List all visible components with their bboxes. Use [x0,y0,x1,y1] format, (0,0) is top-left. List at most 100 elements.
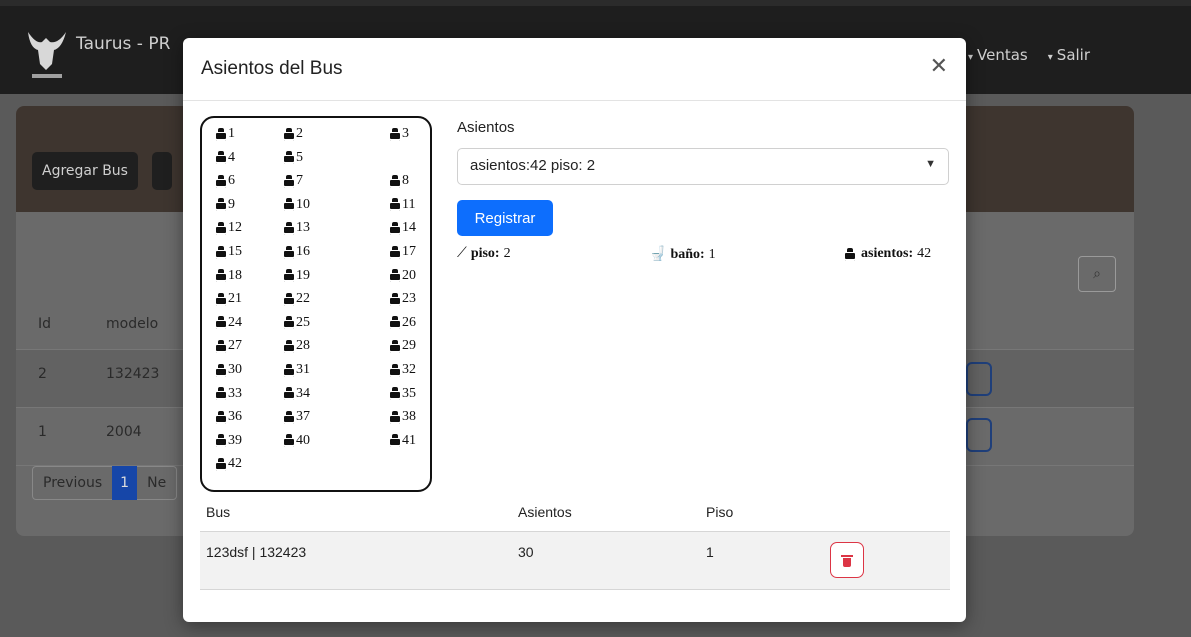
seat-35[interactable]: 35 [390,386,416,402]
seat-icon [216,292,226,306]
seat-icon [216,245,226,259]
row-modelo: 2004 [106,424,142,440]
seat-number: 19 [296,267,310,283]
seat-29[interactable]: 29 [390,338,416,354]
seat-10[interactable]: 10 [284,197,310,213]
seat-number: 38 [402,409,416,425]
seat-number: 17 [402,244,416,259]
seats-button[interactable] [966,362,992,396]
seats-button[interactable] [966,418,992,452]
register-button[interactable]: Registrar [457,200,553,236]
seat-1[interactable]: 1 [216,126,235,142]
seat-6[interactable]: 6 [216,173,235,189]
seat-14[interactable]: 14 [390,220,416,236]
seat-icon [216,198,226,212]
seat-37[interactable]: 37 [284,409,310,425]
seat-icon [284,363,294,377]
seat-icon [284,316,294,330]
seat-icon [216,339,226,353]
stairs-icon: ⟋ [457,246,467,261]
assignment-table: Bus Asientos Piso 123dsf | 132423 30 1 [200,498,950,590]
seat-18[interactable]: 18 [216,268,242,284]
seat-38[interactable]: 38 [390,409,416,425]
close-icon[interactable]: ✕ [930,56,948,78]
seat-number: 27 [228,338,242,354]
seat-20[interactable]: 20 [390,268,416,284]
seat-number: 14 [402,220,416,236]
seat-9[interactable]: 9 [216,197,235,213]
stat-asientos: asientos: 42 [845,246,931,262]
seat-number: 39 [228,432,242,448]
seat-15[interactable]: 15 [216,244,242,260]
seat-icon [216,387,226,401]
seat-7[interactable]: 7 [284,173,303,189]
pager-page-1[interactable]: 1 [112,466,138,500]
seat-30[interactable]: 30 [216,362,242,378]
table-row: 123dsf | 132423 30 1 [200,532,950,590]
seat-41[interactable]: 41 [390,433,416,449]
nav-menu: ▾ Ventas ▾ Salir [968,46,1090,64]
trash-icon [841,555,853,567]
row-id: 2 [38,366,47,382]
header-id: Id [38,316,52,332]
seat-39[interactable]: 39 [216,433,242,449]
seat-number: 5 [296,149,303,165]
seat-21[interactable]: 21 [216,291,242,307]
seat-3[interactable]: 3 [390,126,409,142]
seat-28[interactable]: 28 [284,338,310,354]
seat-32[interactable]: 32 [390,362,416,378]
seat-33[interactable]: 33 [216,386,242,402]
seat-number: 33 [228,385,242,401]
caret-down-icon: ▾ [1047,52,1053,63]
seat-number: 35 [402,385,416,401]
seat-number: 3 [402,126,409,141]
search-icon: ⌕ [1093,266,1101,282]
seat-34[interactable]: 34 [284,386,310,402]
seat-number: 24 [228,314,242,330]
seat-8[interactable]: 8 [390,173,409,189]
seat-25[interactable]: 25 [284,315,310,331]
seat-16[interactable]: 16 [284,244,310,260]
modal-title: Asientos del Bus [201,58,343,79]
brand[interactable]: Taurus - PR [24,24,170,82]
row-id: 1 [38,424,47,440]
seat-number: 31 [296,362,310,377]
seat-26[interactable]: 26 [390,315,416,331]
secondary-action-button[interactable] [152,152,172,190]
search-button[interactable]: ⌕ [1078,256,1116,292]
seat-number: 12 [228,220,242,236]
seat-31[interactable]: 31 [284,362,310,378]
add-bus-button[interactable]: Agregar Bus [32,152,138,190]
seat-23[interactable]: 23 [390,291,416,307]
seat-config-select[interactable]: asientos:42 piso: 2 ▼ [457,148,949,185]
seat-icon [390,434,400,448]
pager-previous[interactable]: Previous [33,475,112,491]
nav-item-ventas[interactable]: ▾ Ventas [968,46,1028,64]
seat-13[interactable]: 13 [284,220,310,236]
pagination: Previous 1 Ne [32,466,178,500]
seat-icon [216,434,226,448]
seat-icon [284,151,294,165]
seat-19[interactable]: 19 [284,268,310,284]
seat-22[interactable]: 22 [284,291,310,307]
seat-42[interactable]: 42 [216,456,242,472]
seat-number: 18 [228,267,242,283]
seat-36[interactable]: 36 [216,409,242,425]
pager-next[interactable]: Ne [137,475,176,491]
seat-icon [390,410,400,424]
seat-4[interactable]: 4 [216,150,235,166]
delete-button[interactable] [830,542,864,578]
seat-11[interactable]: 11 [390,197,415,213]
seat-2[interactable]: 2 [284,126,303,142]
seat-40[interactable]: 40 [284,433,310,449]
seat-17[interactable]: 17 [390,244,416,260]
seat-12[interactable]: 12 [216,220,242,236]
bus-seats-modal: Asientos del Bus ✕ 1 2 3 4 5 6 7 8 9 10 11 12 13 14 15… [183,38,966,622]
seat-24[interactable]: 24 [216,315,242,331]
seat-5[interactable]: 5 [284,150,303,166]
nav-item-salir[interactable]: ▾ Salir [1048,46,1090,64]
nav-label-salir: Salir [1056,46,1091,64]
seat-icon [390,221,400,235]
seat-number: 29 [402,338,416,354]
seat-27[interactable]: 27 [216,338,242,354]
